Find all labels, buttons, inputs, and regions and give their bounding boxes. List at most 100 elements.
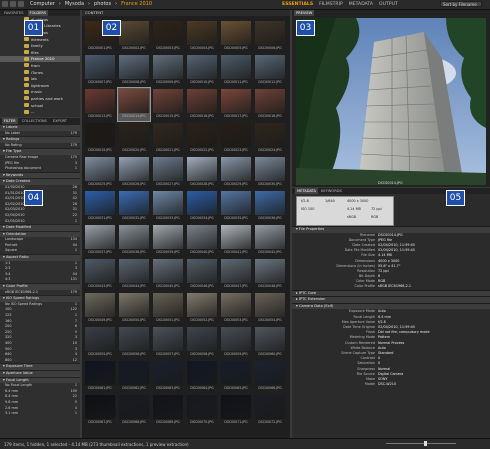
filter-section-header[interactable]: Focal Length [0, 376, 80, 384]
thumbnail[interactable]: DSC00024.JPG [254, 122, 286, 155]
tab-preview[interactable]: PREVIEW [294, 10, 315, 16]
thumbnail[interactable]: DSC00069.JPG [152, 394, 184, 427]
thumbnail[interactable]: DSC00014.JPG [117, 87, 151, 122]
folder-item[interactable]: parties and work [0, 95, 80, 102]
metadata-section-header[interactable]: IPTC Extension [292, 296, 490, 303]
thumbnail-size-slider[interactable] [380, 441, 470, 446]
thumbnail[interactable]: DSC00044.JPG [118, 258, 150, 291]
filter-section-header[interactable]: Ratings [0, 136, 80, 143]
folder-item[interactable]: family [0, 42, 80, 49]
folder-item[interactable]: files [0, 49, 80, 56]
preview-image[interactable] [296, 18, 486, 185]
thumbnail[interactable]: DSC00002.JPG [118, 20, 150, 53]
thumbnail[interactable]: DSC00008.JPG [118, 54, 150, 87]
folder-item[interactable]: from [0, 62, 80, 69]
thumbnail[interactable]: DSC00054.JPG [254, 292, 286, 325]
thumbnail[interactable]: DSC00036.JPG [254, 190, 286, 223]
thumbnail[interactable]: DSC00020.JPG [118, 122, 150, 155]
thumbnail[interactable]: DSC00004.JPG [186, 20, 218, 53]
thumbnail[interactable]: DSC00041.JPG [220, 224, 252, 257]
thumbnail[interactable]: DSC00034.JPG [186, 190, 218, 223]
filter-section-header[interactable]: Date Created [0, 178, 80, 185]
filter-section-header[interactable]: Orientation [0, 230, 80, 238]
folder-item[interactable]: France 2010 [0, 55, 80, 63]
folder-item[interactable]: elements [0, 36, 80, 43]
thumbnail[interactable]: DSC00061.JPG [84, 360, 116, 393]
thumbnail[interactable]: DSC00066.JPG [254, 360, 286, 393]
thumbnail[interactable]: DSC00046.JPG [186, 258, 218, 291]
thumbnail[interactable]: DSC00012.JPG [254, 54, 286, 87]
thumbnail[interactable]: DSC00043.JPG [84, 258, 116, 291]
thumbnail[interactable]: DSC00063.JPG [152, 360, 184, 393]
thumbnail[interactable]: DSC00033.JPG [152, 190, 184, 223]
thumbnail[interactable]: DSC00049.JPG [84, 292, 116, 325]
content-tab[interactable]: CONTENT [82, 10, 290, 16]
breadcrumb-item[interactable]: photos [94, 1, 111, 8]
thumbnail[interactable]: DSC00052.JPG [186, 292, 218, 325]
thumbnail[interactable]: DSC00028.JPG [186, 156, 218, 189]
workspace-essentials[interactable]: ESSENTIALS [282, 1, 313, 8]
thumbnail[interactable]: DSC00016.JPG [186, 88, 218, 121]
filter-row[interactable]: 3.1 mm 1 [0, 411, 80, 417]
thumbnail[interactable]: DSC00040.JPG [186, 224, 218, 257]
tab-filter[interactable]: FILTER [2, 118, 18, 124]
thumbnail[interactable]: DSC00047.JPG [220, 258, 252, 291]
thumbnail[interactable]: DSC00021.JPG [152, 122, 184, 155]
thumbnail[interactable]: DSC00026.JPG [118, 156, 150, 189]
thumbnail[interactable]: DSC00068.JPG [118, 394, 150, 427]
thumbnail[interactable]: DSC00030.JPG [254, 156, 286, 189]
tab-metadata[interactable]: METADATA [295, 188, 319, 194]
thumbnail[interactable]: DSC00059.JPG [220, 326, 252, 359]
thumbnail[interactable]: DSC00027.JPG [152, 156, 184, 189]
workspace-output[interactable]: OUTPUT [379, 1, 398, 8]
thumbnail[interactable]: DSC00005.JPG [220, 20, 252, 53]
recent-folder-icon[interactable] [18, 1, 24, 7]
filter-section-header[interactable]: Color Profile [0, 283, 80, 290]
thumbnail[interactable]: DSC00038.JPG [118, 224, 150, 257]
thumbnail[interactable]: DSC00023.JPG [220, 122, 252, 155]
thumbnail[interactable]: DSC00053.JPG [220, 292, 252, 325]
folder-item[interactable]: music [0, 89, 80, 96]
thumbnail[interactable]: DSC00072.JPG [254, 394, 286, 427]
thumbnail[interactable]: DSC00060.JPG [254, 326, 286, 359]
thumbnail[interactable]: DSC00035.JPG [220, 190, 252, 223]
thumbnail[interactable]: DSC00050.JPG [118, 292, 150, 325]
filter-section-header[interactable]: Aperture Value [0, 369, 80, 377]
thumbnail[interactable]: DSC00048.JPG [254, 258, 286, 291]
filter-section-header[interactable]: Date Modified [0, 224, 80, 231]
thumbnail[interactable]: DSC00058.JPG [186, 326, 218, 359]
thumbnail[interactable]: DSC00006.JPG [254, 20, 286, 53]
thumbnail[interactable]: DSC00039.JPG [152, 224, 184, 257]
thumbnail[interactable]: DSC00019.JPG [84, 122, 116, 155]
thumbnail[interactable]: DSC00025.JPG [84, 156, 116, 189]
thumbnail[interactable]: DSC00051.JPG [152, 292, 184, 325]
folder-item[interactable]: ... [0, 108, 80, 115]
tab-folders[interactable]: FOLDERS [27, 10, 49, 16]
thumbnail[interactable]: DSC00065.JPG [220, 360, 252, 393]
workspace-metadata[interactable]: METADATA [349, 1, 373, 8]
filter-section-header[interactable]: Exposure Time [0, 363, 80, 370]
tab-favorites[interactable]: FAVORITES [2, 10, 26, 16]
thumbnail[interactable]: DSC00007.JPG [84, 54, 116, 87]
thumbnail[interactable]: DSC00071.JPG [220, 394, 252, 427]
sort-dropdown[interactable]: Sort by Filename [440, 1, 482, 7]
thumbnail[interactable]: DSC00042.JPG [254, 224, 286, 257]
filter-section-header[interactable]: Labels [0, 124, 80, 131]
thumbnail[interactable]: DSC00031.JPG [84, 190, 116, 223]
thumbnail[interactable]: DSC00057.JPG [152, 326, 184, 359]
thumbnail[interactable]: DSC00055.JPG [84, 326, 116, 359]
thumbnail[interactable]: DSC00067.JPG [84, 394, 116, 427]
back-icon[interactable] [2, 1, 8, 7]
thumbnail[interactable]: DSC00011.JPG [220, 54, 252, 87]
thumbnail[interactable]: DSC00045.JPG [152, 258, 184, 291]
thumbnail[interactable]: DSC00015.JPG [152, 88, 184, 121]
breadcrumb-item[interactable]: Computer [30, 1, 55, 8]
thumbnail[interactable]: DSC00064.JPG [186, 360, 218, 393]
workspace-filmstrip[interactable]: FILMSTRIP [319, 1, 343, 8]
thumbnail[interactable]: DSC00022.JPG [186, 122, 218, 155]
folder-item[interactable]: lab [0, 75, 80, 82]
metadata-section-header[interactable]: Camera Data (Exif) [292, 302, 490, 310]
thumbnail[interactable]: DSC00013.JPG [84, 88, 116, 121]
slider-track[interactable] [386, 443, 456, 444]
forward-icon[interactable] [10, 1, 16, 7]
